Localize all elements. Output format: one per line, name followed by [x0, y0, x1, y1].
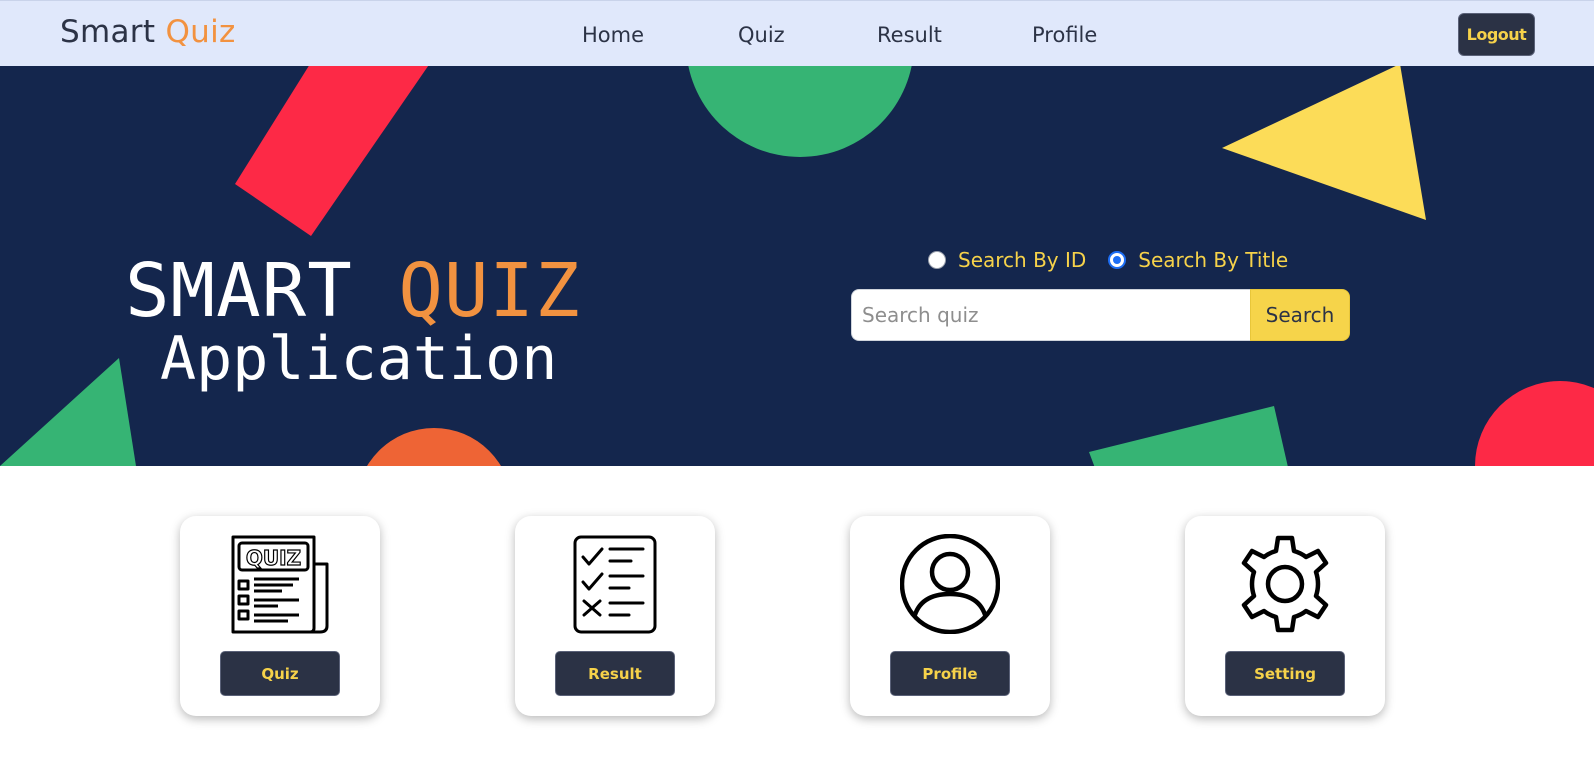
checklist-icon: [573, 535, 657, 634]
green-parallelogram-shape: [1089, 406, 1288, 466]
card-setting: Setting: [1185, 516, 1385, 716]
brand-text-quiz: Quiz: [165, 14, 236, 50]
radio-label-search-by-id: Search By ID: [958, 248, 1087, 272]
setting-button[interactable]: Setting: [1225, 651, 1345, 696]
radio-label-search-by-title: Search By Title: [1138, 248, 1289, 272]
red-rectangle-shape: [235, 66, 429, 236]
user-profile-icon: [900, 534, 1000, 634]
profile-button[interactable]: Profile: [890, 651, 1010, 696]
hero-banner: SMART QUIZ Application Search By ID Sear…: [0, 66, 1594, 466]
green-circle-shape: [688, 66, 912, 157]
brand-text-smart: Smart: [60, 14, 156, 50]
search-bar: Search: [851, 289, 1350, 341]
card-quiz: QUIZ Quiz: [180, 516, 380, 716]
red-circle-shape: [1475, 381, 1594, 466]
card-result: Result: [515, 516, 715, 716]
search-input[interactable]: [851, 289, 1250, 341]
result-button[interactable]: Result: [555, 651, 675, 696]
logout-button[interactable]: Logout: [1458, 13, 1535, 56]
radio-search-by-title[interactable]: [1108, 251, 1127, 269]
hero-subtitle: Application: [160, 324, 558, 394]
quiz-button[interactable]: Quiz: [220, 651, 340, 696]
radio-search-by-id[interactable]: [928, 251, 946, 269]
hero-title: SMART QUIZ: [125, 248, 581, 334]
quiz-newspaper-icon: QUIZ: [231, 535, 329, 634]
search-type-selector: Search By ID Search By Title: [928, 248, 1288, 272]
card-profile: Profile: [850, 516, 1050, 716]
hero-title-quiz: QUIZ: [398, 248, 581, 334]
search-button[interactable]: Search: [1250, 289, 1350, 341]
nav-link-home[interactable]: Home: [582, 23, 644, 47]
hero-title-smart: SMART: [125, 248, 353, 334]
gear-icon: [1241, 535, 1329, 633]
green-triangle-shape: [0, 358, 136, 466]
top-navbar: Smart Quiz Home Quiz Result Profile Logo…: [0, 0, 1594, 66]
nav-link-quiz[interactable]: Quiz: [738, 23, 785, 47]
nav-link-profile[interactable]: Profile: [1032, 23, 1097, 47]
nav-link-result[interactable]: Result: [877, 23, 942, 47]
svg-text:QUIZ: QUIZ: [246, 546, 301, 570]
orange-circle-shape: [367, 428, 501, 466]
brand-logo[interactable]: Smart Quiz: [60, 14, 236, 50]
yellow-triangle-shape: [1222, 66, 1426, 220]
